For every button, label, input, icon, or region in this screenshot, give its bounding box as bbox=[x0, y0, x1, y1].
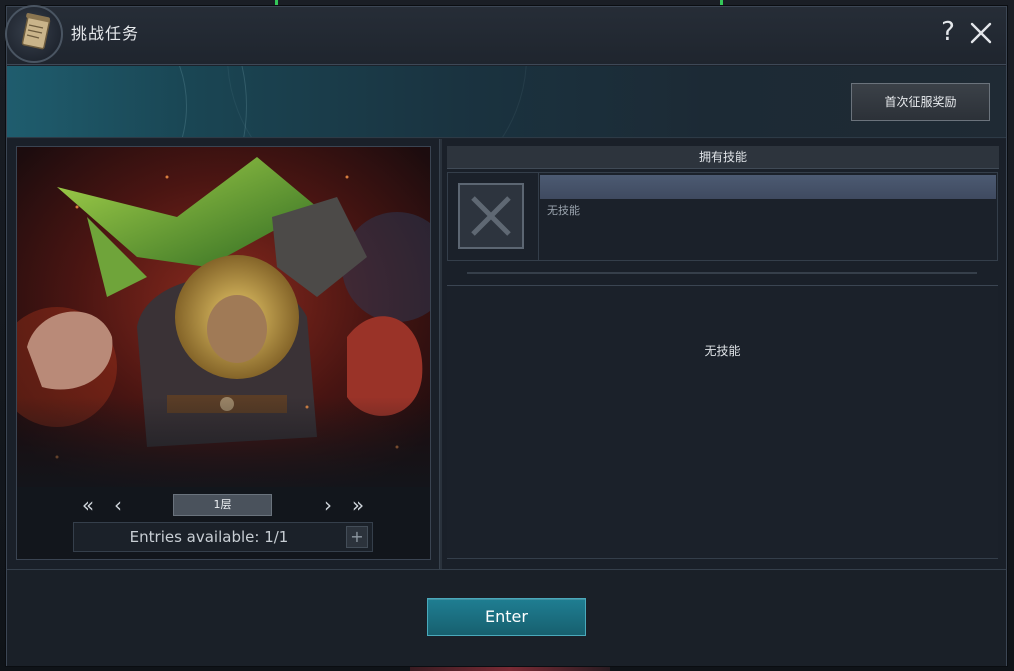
last-floor-button[interactable]: » bbox=[347, 493, 369, 517]
empty-slot-x-icon bbox=[458, 183, 524, 249]
skill-detail-text: 无技能 bbox=[704, 344, 741, 358]
skills-header: 拥有技能 bbox=[447, 146, 999, 169]
slot-separator bbox=[538, 173, 539, 260]
scroll-icon bbox=[5, 5, 63, 63]
close-icon[interactable] bbox=[967, 19, 995, 47]
header-banner: 首次征服奖励 bbox=[7, 66, 1006, 138]
next-floor-button[interactable]: › bbox=[317, 493, 339, 517]
window-title: 挑战任务 bbox=[71, 24, 140, 43]
first-clear-reward-button[interactable]: 首次征服奖励 bbox=[851, 83, 990, 121]
footer: Enter bbox=[7, 569, 1006, 666]
help-button[interactable]: ? bbox=[935, 17, 961, 47]
first-floor-button[interactable]: « bbox=[77, 493, 99, 517]
boss-preview-panel: « ‹ 1层 › » Entries available: 1/1 + bbox=[16, 146, 431, 560]
skill-detail-area: 无技能 bbox=[447, 285, 998, 559]
entries-available-text: Entries available: 1/1 bbox=[129, 528, 289, 546]
enter-button[interactable]: Enter bbox=[427, 598, 586, 636]
floor-value: 1层 bbox=[173, 494, 272, 516]
panel-divider bbox=[439, 139, 442, 569]
title-bar: 挑战任务 ? bbox=[5, 5, 1006, 65]
skill-name-bar bbox=[540, 175, 996, 199]
prev-floor-button[interactable]: ‹ bbox=[107, 493, 129, 517]
plus-icon[interactable]: + bbox=[346, 526, 368, 548]
content-area: « ‹ 1层 › » Entries available: 1/1 + 拥有技能 bbox=[7, 139, 1006, 569]
skill-slot-row[interactable]: 无技能 bbox=[447, 172, 998, 261]
skills-divider bbox=[467, 272, 977, 274]
floor-selector: « ‹ 1层 › » bbox=[17, 493, 430, 517]
entries-bar: Entries available: 1/1 + bbox=[73, 522, 373, 552]
skill-slot-description: 无技能 bbox=[547, 204, 580, 217]
skills-panel: 拥有技能 无技能 无技能 bbox=[447, 146, 999, 564]
challenge-quest-window: 挑战任务 ? 首次征服奖励 « ‹ 1层 › » Entries availab… bbox=[5, 5, 1007, 666]
